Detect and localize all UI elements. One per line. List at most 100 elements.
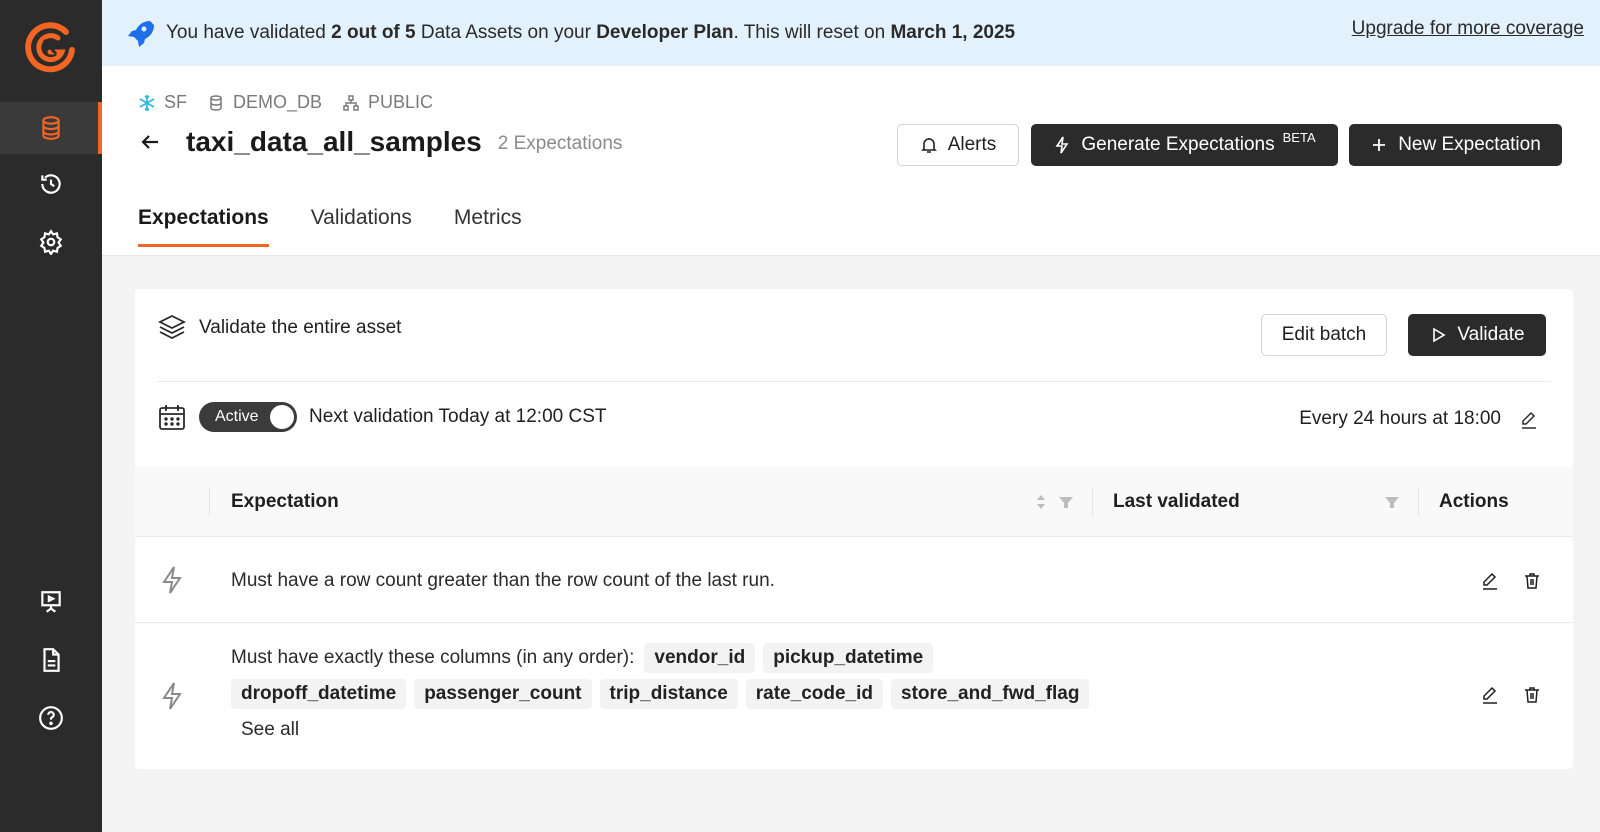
column-chip: trip_distance	[599, 679, 738, 709]
column-separator	[1092, 487, 1093, 517]
expectation-content: Must have exactly these columns (in any …	[231, 643, 1091, 741]
column-header-last-validated: Last validated	[1113, 491, 1240, 512]
trash-icon[interactable]	[1522, 571, 1542, 591]
edit-icon[interactable]	[1480, 571, 1500, 591]
tab-metrics[interactable]: Metrics	[454, 206, 522, 247]
back-arrow-icon[interactable]	[138, 130, 162, 154]
database-icon	[42, 116, 60, 140]
validate-button[interactable]: Validate	[1408, 314, 1546, 356]
schedule-active-toggle[interactable]: Active	[199, 402, 297, 432]
plan-usage-banner: You have validated 2 out of 5 Data Asset…	[102, 0, 1600, 66]
breadcrumb: SF DEMO_DB PUBLIC	[138, 92, 445, 113]
tab-validations[interactable]: Validations	[311, 206, 412, 247]
help-icon	[39, 706, 63, 730]
calendar-icon	[159, 405, 185, 430]
sidebar	[0, 0, 102, 832]
upgrade-link[interactable]: Upgrade for more coverage	[1352, 18, 1584, 40]
breadcrumb-label: PUBLIC	[368, 92, 434, 112]
sort-icon[interactable]	[1032, 492, 1050, 512]
sidebar-item-help[interactable]	[0, 692, 102, 744]
lightning-icon	[1055, 136, 1069, 154]
schedule-frequency: Every 24 hours at 18:00	[1299, 408, 1501, 429]
banner-plan: Developer Plan	[596, 22, 734, 43]
trash-icon[interactable]	[1522, 685, 1542, 705]
expectation-count: 2 Expectations	[497, 133, 623, 154]
breadcrumb-datasource[interactable]: SF	[138, 92, 187, 113]
generate-label: Generate Expectations	[1081, 134, 1275, 155]
sidebar-item-data-assets[interactable]	[0, 102, 102, 154]
document-icon	[43, 648, 60, 672]
column-chip-list: Must have exactly these columns (in any …	[231, 643, 1091, 709]
alerts-button[interactable]: Alerts	[897, 124, 1019, 166]
breadcrumb-schema[interactable]: PUBLIC	[342, 92, 433, 113]
banner-middle: Data Assets on your	[415, 22, 597, 43]
expectations-card: Validate the entire asset Edit batch Val…	[135, 289, 1573, 769]
lightning-icon	[162, 682, 182, 710]
expectation-text: Must have a row count greater than the r…	[231, 570, 775, 591]
divider	[157, 381, 1551, 382]
validate-all-label: Validate the entire asset	[199, 317, 402, 338]
gear-icon	[39, 229, 63, 255]
beta-badge: BETA	[1282, 129, 1316, 145]
generate-expectations-button[interactable]: Generate Expectations BETA	[1031, 124, 1338, 166]
new-expectation-label: New Expectation	[1398, 134, 1541, 155]
edit-schedule-icon[interactable]	[1519, 410, 1539, 430]
sidebar-item-tutorials[interactable]	[0, 576, 102, 628]
breadcrumb-database[interactable]: DEMO_DB	[207, 92, 322, 113]
column-separator	[1418, 487, 1419, 517]
filter-icon[interactable]	[1383, 492, 1401, 512]
great-expectations-logo[interactable]	[22, 20, 78, 76]
sidebar-item-history[interactable]	[0, 158, 102, 210]
edit-batch-label: Edit batch	[1281, 324, 1367, 345]
breadcrumb-label: DEMO_DB	[233, 92, 323, 112]
tab-bar: Expectations Validations Metrics	[138, 206, 522, 247]
layers-icon	[157, 314, 187, 340]
banner-reset-date: March 1, 2025	[890, 22, 1016, 43]
page-title: taxi_data_all_samples	[186, 126, 482, 157]
table-row[interactable]: Must have a row count greater than the r…	[135, 538, 1573, 623]
filter-icon[interactable]	[1057, 492, 1075, 512]
column-chip: passenger_count	[414, 679, 592, 709]
validate-label: Validate	[1457, 324, 1525, 345]
asset-header: SF DEMO_DB PUBLIC taxi_data_all_samples …	[102, 66, 1600, 256]
bell-icon	[920, 138, 937, 153]
banner-prefix: You have validated	[166, 22, 332, 43]
column-chip: pickup_datetime	[763, 643, 934, 673]
sidebar-item-settings[interactable]	[0, 216, 102, 268]
column-header-actions: Actions	[1439, 491, 1509, 512]
alerts-label: Alerts	[947, 134, 997, 155]
column-chip: vendor_id	[644, 643, 756, 673]
schedule-row: Active Next validation Today at 12:00 CS…	[157, 402, 607, 432]
sidebar-item-docs[interactable]	[0, 634, 102, 686]
schema-icon	[343, 94, 359, 111]
rocket-icon	[128, 21, 154, 47]
snowflake-icon	[139, 94, 155, 111]
banner-text: You have validated 2 out of 5 Data Asset…	[166, 22, 1015, 44]
lightning-icon	[162, 566, 182, 594]
column-chip: dropoff_datetime	[231, 679, 407, 709]
history-icon	[41, 174, 61, 194]
edit-icon[interactable]	[1480, 685, 1500, 705]
plus-icon	[1373, 139, 1386, 151]
breadcrumb-label: SF	[164, 92, 188, 112]
table-header: Expectation Last validated Actions	[135, 467, 1573, 537]
banner-suffix: . This will reset on	[733, 22, 891, 43]
tab-expectations[interactable]: Expectations	[138, 206, 269, 247]
column-header-expectation: Expectation	[231, 491, 339, 512]
play-icon	[1433, 327, 1446, 343]
toggle-label: Active	[215, 408, 259, 425]
presentation-icon	[41, 591, 61, 613]
table-row[interactable]: Must have exactly these columns (in any …	[135, 623, 1573, 769]
expectation-text: Must have exactly these columns (in any …	[231, 647, 635, 668]
see-all-link[interactable]: See all	[241, 719, 1091, 741]
column-chip: rate_code_id	[745, 679, 884, 709]
database-icon	[210, 94, 222, 111]
title-row: taxi_data_all_samples 2 Expectations	[138, 126, 622, 158]
column-separator	[209, 487, 210, 517]
edit-batch-button[interactable]: Edit batch	[1261, 314, 1387, 356]
next-validation-text: Next validation Today at 12:00 CST	[309, 406, 607, 427]
toggle-knob	[270, 405, 294, 429]
validate-entire-asset: Validate the entire asset	[157, 313, 401, 343]
new-expectation-button[interactable]: New Expectation	[1349, 124, 1562, 166]
column-chip: store_and_fwd_flag	[891, 679, 1090, 709]
